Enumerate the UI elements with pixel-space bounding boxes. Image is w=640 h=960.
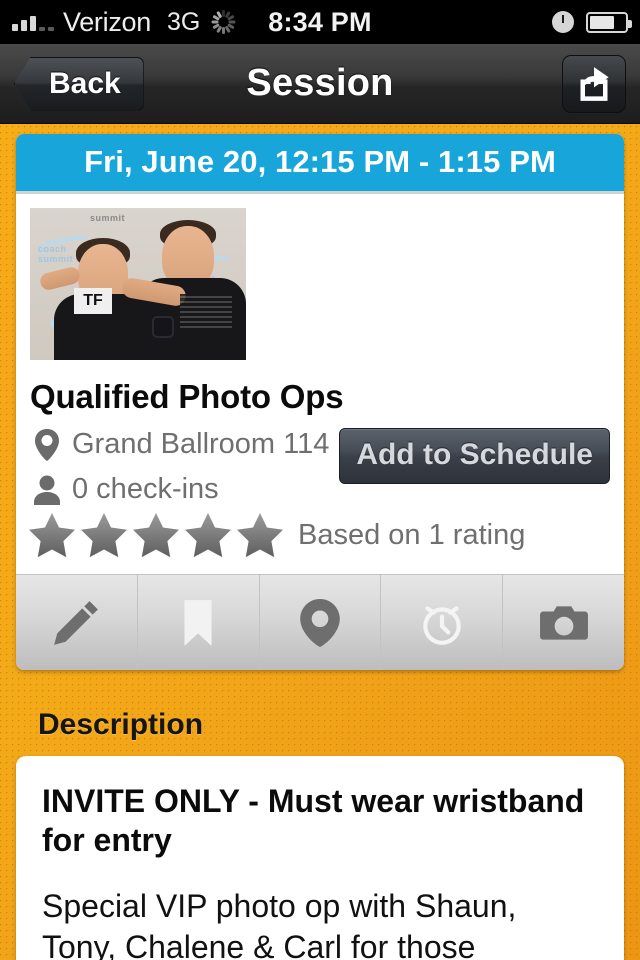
toolbar-button-bookmark[interactable] xyxy=(138,575,260,670)
alarm-clock-icon xyxy=(423,605,461,645)
signal-bars-icon xyxy=(12,13,54,31)
session-title: Qualified Photo Ops xyxy=(30,378,344,415)
rating-count-label: Based on 1 rating xyxy=(298,518,526,551)
camera-icon xyxy=(539,605,588,640)
add-to-schedule-button[interactable]: Add to Schedule xyxy=(339,428,610,484)
session-card: Fri, June 20, 12:15 PM - 1:15 PM coach su… xyxy=(16,134,624,670)
person-icon xyxy=(30,475,64,505)
pencil-icon xyxy=(54,600,99,645)
share-icon xyxy=(580,66,609,101)
star-icon[interactable] xyxy=(132,512,180,558)
add-to-schedule-label: Add to Schedule xyxy=(356,438,593,471)
toolbar-button-edit-note[interactable] xyxy=(16,575,138,670)
star-icon[interactable] xyxy=(236,512,284,558)
network-type-label: 3G xyxy=(166,7,201,36)
description-heading: Description xyxy=(38,708,204,741)
status-bar: Verizon 3G 8:34 PM xyxy=(0,0,640,44)
back-button-label: Back xyxy=(49,66,121,100)
session-photo[interactable]: coachsummit coachsummit summit TF xyxy=(30,208,246,360)
toolbar-button-map[interactable] xyxy=(260,575,382,670)
shirt-graphic xyxy=(180,294,232,328)
battery-icon xyxy=(586,11,632,33)
description-card: INVITE ONLY - Must wear wristband for en… xyxy=(16,756,624,960)
session-location-label: Grand Ballroom 114 xyxy=(72,428,330,460)
toolbar-button-reminder[interactable] xyxy=(381,575,504,670)
map-pin-icon xyxy=(300,598,340,647)
scroll-content: Fri, June 20, 12:15 PM - 1:15 PM coach su… xyxy=(0,134,640,960)
map-pin-icon xyxy=(30,428,64,461)
share-button[interactable] xyxy=(562,54,626,113)
shirt-logo: TF xyxy=(74,288,112,314)
backdrop-logo-text: summit xyxy=(90,213,126,223)
star-icon[interactable] xyxy=(80,512,128,558)
star-icon[interactable] xyxy=(184,512,232,558)
session-datetime: Fri, June 20, 12:15 PM - 1:15 PM xyxy=(16,134,624,194)
session-checkins-label: 0 check-ins xyxy=(72,473,219,505)
alarm-clock-icon xyxy=(552,11,574,33)
star-rating[interactable] xyxy=(28,512,284,558)
wristwatch xyxy=(152,316,174,338)
bookmark-icon xyxy=(184,599,212,646)
back-button[interactable]: Back xyxy=(14,56,144,111)
description-body-text: Special VIP photo op with Shaun, Tony, C… xyxy=(42,888,517,960)
activity-spinner-icon xyxy=(210,9,236,35)
session-action-toolbar xyxy=(16,574,624,670)
rating-row: Based on 1 rating xyxy=(28,512,624,558)
description-bold-text: INVITE ONLY - Must wear wristband for en… xyxy=(42,783,585,859)
carrier-label: Verizon xyxy=(63,6,151,37)
star-icon[interactable] xyxy=(28,512,76,558)
navigation-bar: Back Session xyxy=(0,44,640,124)
toolbar-button-photo[interactable] xyxy=(503,575,624,670)
